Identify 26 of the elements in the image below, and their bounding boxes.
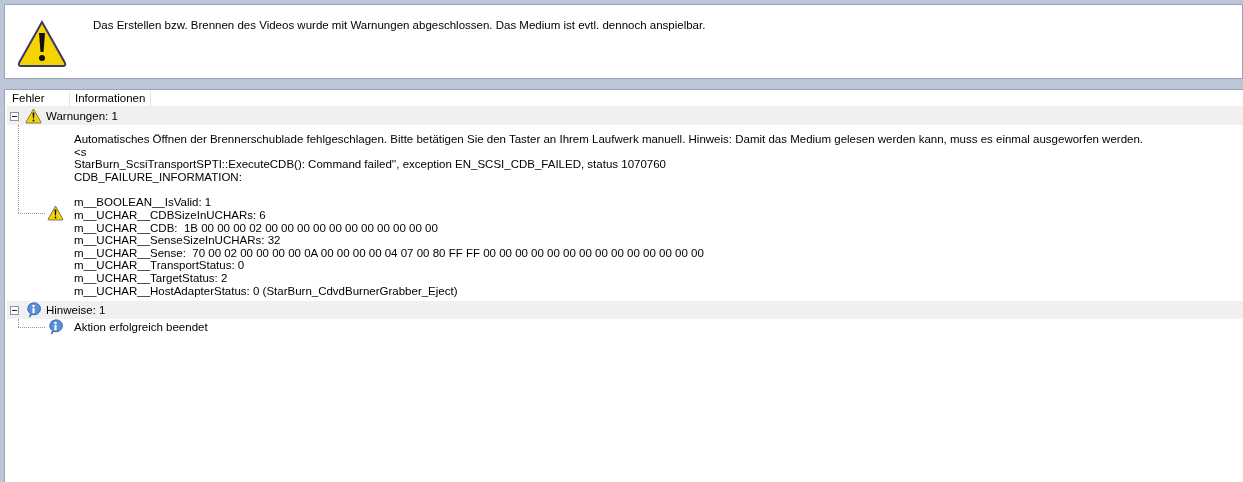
column-header[interactable]: Fehler <box>7 90 70 106</box>
tree-group-row[interactable]: Hinweise: 1 <box>7 301 1243 320</box>
message-line: m__UCHAR__TargetStatus: 2 <box>74 271 229 285</box>
expand-toggle[interactable] <box>10 111 19 121</box>
expand-toggle[interactable] <box>10 305 19 315</box>
group-label: Warnungen: 1 <box>46 110 118 122</box>
message-line: m__UCHAR__CDBSizeInUCHARs: 6 <box>74 208 267 222</box>
warning-icon <box>25 108 42 124</box>
info-icon <box>47 319 64 336</box>
message-line: m__UCHAR__CDB: 1B 00 00 00 02 00 00 00 00 00 00 00 00 00 00 00 <box>74 221 439 235</box>
info-icon <box>25 302 42 319</box>
message-line: Aktion erfolgreich beendet <box>74 321 208 334</box>
message-line: m__UCHAR__TransportStatus: 0 <box>74 259 246 272</box>
message-line: CDB_FAILURE_INFORMATION: <box>74 170 243 184</box>
message-text: Das Erstellen bzw. Brennen des Videos wurde mit Warnungen abgeschlossen. Das Medium ist evtl. dennoch anspielbar. <box>93 19 706 31</box>
message-line: <s <box>74 145 88 159</box>
message-line: Automatisches Öffnen der Brennerschublade fehlgeschlagen. Bitte betätigen Sie den Taster an Ihrem Laufwerk manuell. Hinweis: Damit das Medium gelesen werden kann, muss es einmal ausgeworfen werden. <box>74 133 1144 146</box>
warning-icon <box>47 205 64 222</box>
group-label: Hinweise: 1 <box>46 304 106 317</box>
message-line: m__UCHAR__HostAdapterStatus: 0 (StarBurn_CdvdBurnerGrabber_Eject) <box>74 284 459 298</box>
message-line: m__BOOLEAN__IsValid: 1 <box>74 196 213 209</box>
message-line: StarBurn_ScsiTransportSPTI::ExecuteCDB(): Command failed'', exception EN_SCSI_CDB_FAILED, status 1070760 <box>74 158 667 171</box>
message-line: m__UCHAR__SenseSizeInUCHARs: 32 <box>74 234 282 247</box>
message-line: m__UCHAR__Sense: 70 00 02 00 00 00 00 0A 00 00 00 00 04 07 00 80 FF FF 00 00 00 00 00 00 00 00 00 00 00 00 00 00 <box>74 246 705 260</box>
column-header[interactable]: Informationen <box>70 90 152 106</box>
tree-group-row[interactable]: Warnungen: 1 <box>7 107 1243 125</box>
